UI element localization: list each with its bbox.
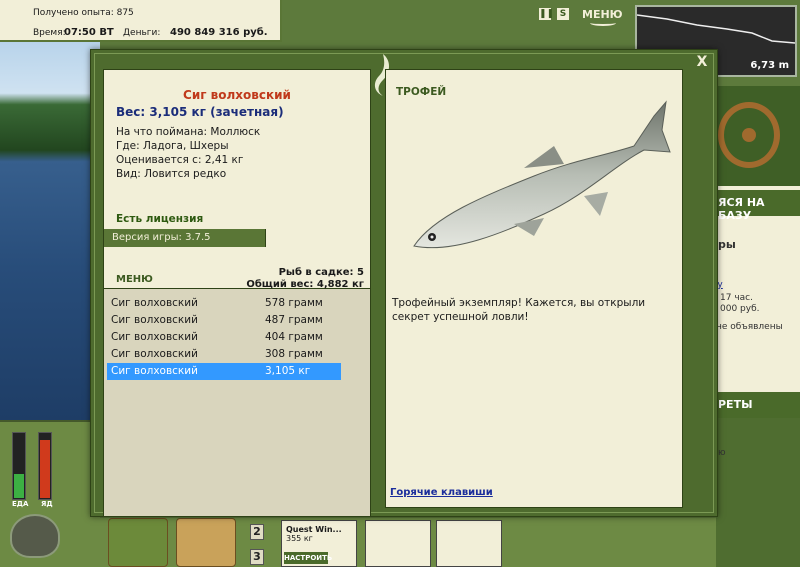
secrets-label: РЕТЫ [718,398,753,411]
fish-location: Где: Ладога, Шхеры [116,140,229,152]
right-panel-misc: ю [718,448,726,458]
right-panel-title: ры [718,238,736,251]
time-value: 07:50 ВТ [64,27,114,38]
fish-bait: На что поймана: Моллюск [116,126,261,138]
food-label: ЕДА [12,500,29,508]
catch-name: Сиг волховский [111,297,198,309]
fish-species-note: Вид: Ловится редко [116,168,227,180]
catch-name: Сиг волховский [111,365,198,377]
catch-weight: 404 грамм [265,331,323,343]
hotkeys-link[interactable]: Горячие клавиши [390,487,493,498]
settings-icon[interactable]: S [557,8,569,20]
money-value: 490 849 316 руб. [170,27,268,38]
hook-icon[interactable] [365,520,431,567]
license-status: Есть лицензия [116,213,204,225]
catch-row[interactable]: Сиг волховский 487 грамм [107,312,341,329]
slot-3-button[interactable]: 3 [250,549,264,565]
catch-weight: 578 грамм [265,297,323,309]
menu-fish-icon [590,20,616,26]
catch-row-selected[interactable]: Сиг волховский 3,105 кг [107,363,341,380]
catch-weight: 3,105 кг [265,365,311,377]
fish-weight: Вес: 3,105 кг (зачетная) [116,105,284,119]
trophy-description: Трофейный экземпляр! Кажется, вы открыли… [392,297,646,323]
catch-weight: 487 грамм [265,314,323,326]
fish-rated-from: Оценивается с: 2,41 кг [116,154,244,166]
fish-info-card: Сиг волховский Вес: 3,105 кг (зачетная) … [103,69,371,290]
poison-gauge-fill [40,440,50,498]
food-gauge-fill [14,474,24,498]
catch-name: Сиг волховский [111,348,198,360]
time-label: Время: [33,28,66,38]
helm-wheel-icon[interactable] [718,102,780,168]
experience-text: Получено опыта: 875 [33,8,134,18]
poison-label: ЯД [41,500,53,508]
right-panel-announce: не объявлены [716,322,783,332]
whitefish-image [413,100,671,249]
depth-value: 6,73 m [750,60,789,71]
trophy-dialog: X Сиг волховский Вес: 3,105 кг (зачетная… [90,49,718,517]
food-gauge [12,432,26,500]
lake-background [0,40,100,420]
game-version: Версия игры: 3.7.5 [104,229,266,247]
right-panel-price: 000 руб. [720,304,760,314]
mussel-icon[interactable] [436,520,502,567]
keepnet-count: Рыб в садке: 5 [278,267,364,278]
configure-button[interactable]: НАСТРОИТЬ [284,552,332,564]
right-panel-hours: 17 час. [720,293,753,303]
status-panel: Получено опыта: 875 Время: 07:50 ВТ День… [0,0,282,42]
money-label: Деньги: [123,28,161,38]
catch-row[interactable]: Сиг волховский 404 грамм [107,329,341,346]
fish-name: Сиг волховский [183,88,291,102]
to-base-button[interactable]: ЯСЯ НА БАЗУ [716,190,800,222]
catch-row[interactable]: Сиг волховский 308 грамм [107,346,341,363]
catch-name: Сиг волховский [111,314,198,326]
menu-button[interactable]: МЕНЮ [116,274,153,285]
top-strip [282,0,632,30]
trophy-pane: ТРОФЕЙ Трофейный экземпляр! Кажется, вы … [385,69,683,508]
pause-icon[interactable]: ❚❚ [539,8,554,20]
close-button[interactable]: X [694,54,710,70]
catch-row[interactable]: Сиг волховский 578 грамм [107,295,341,312]
poison-gauge [38,432,52,500]
secrets-button[interactable]: РЕТЫ [716,392,800,418]
catch-weight: 308 грамм [265,348,323,360]
pot-icon[interactable] [10,514,60,558]
fish-info-pane: Сиг волховский Вес: 3,105 кг (зачетная) … [103,69,371,537]
catch-name: Сиг волховский [111,331,198,343]
catch-list: Сиг волховский 578 грамм Сиг волховский … [103,289,371,517]
